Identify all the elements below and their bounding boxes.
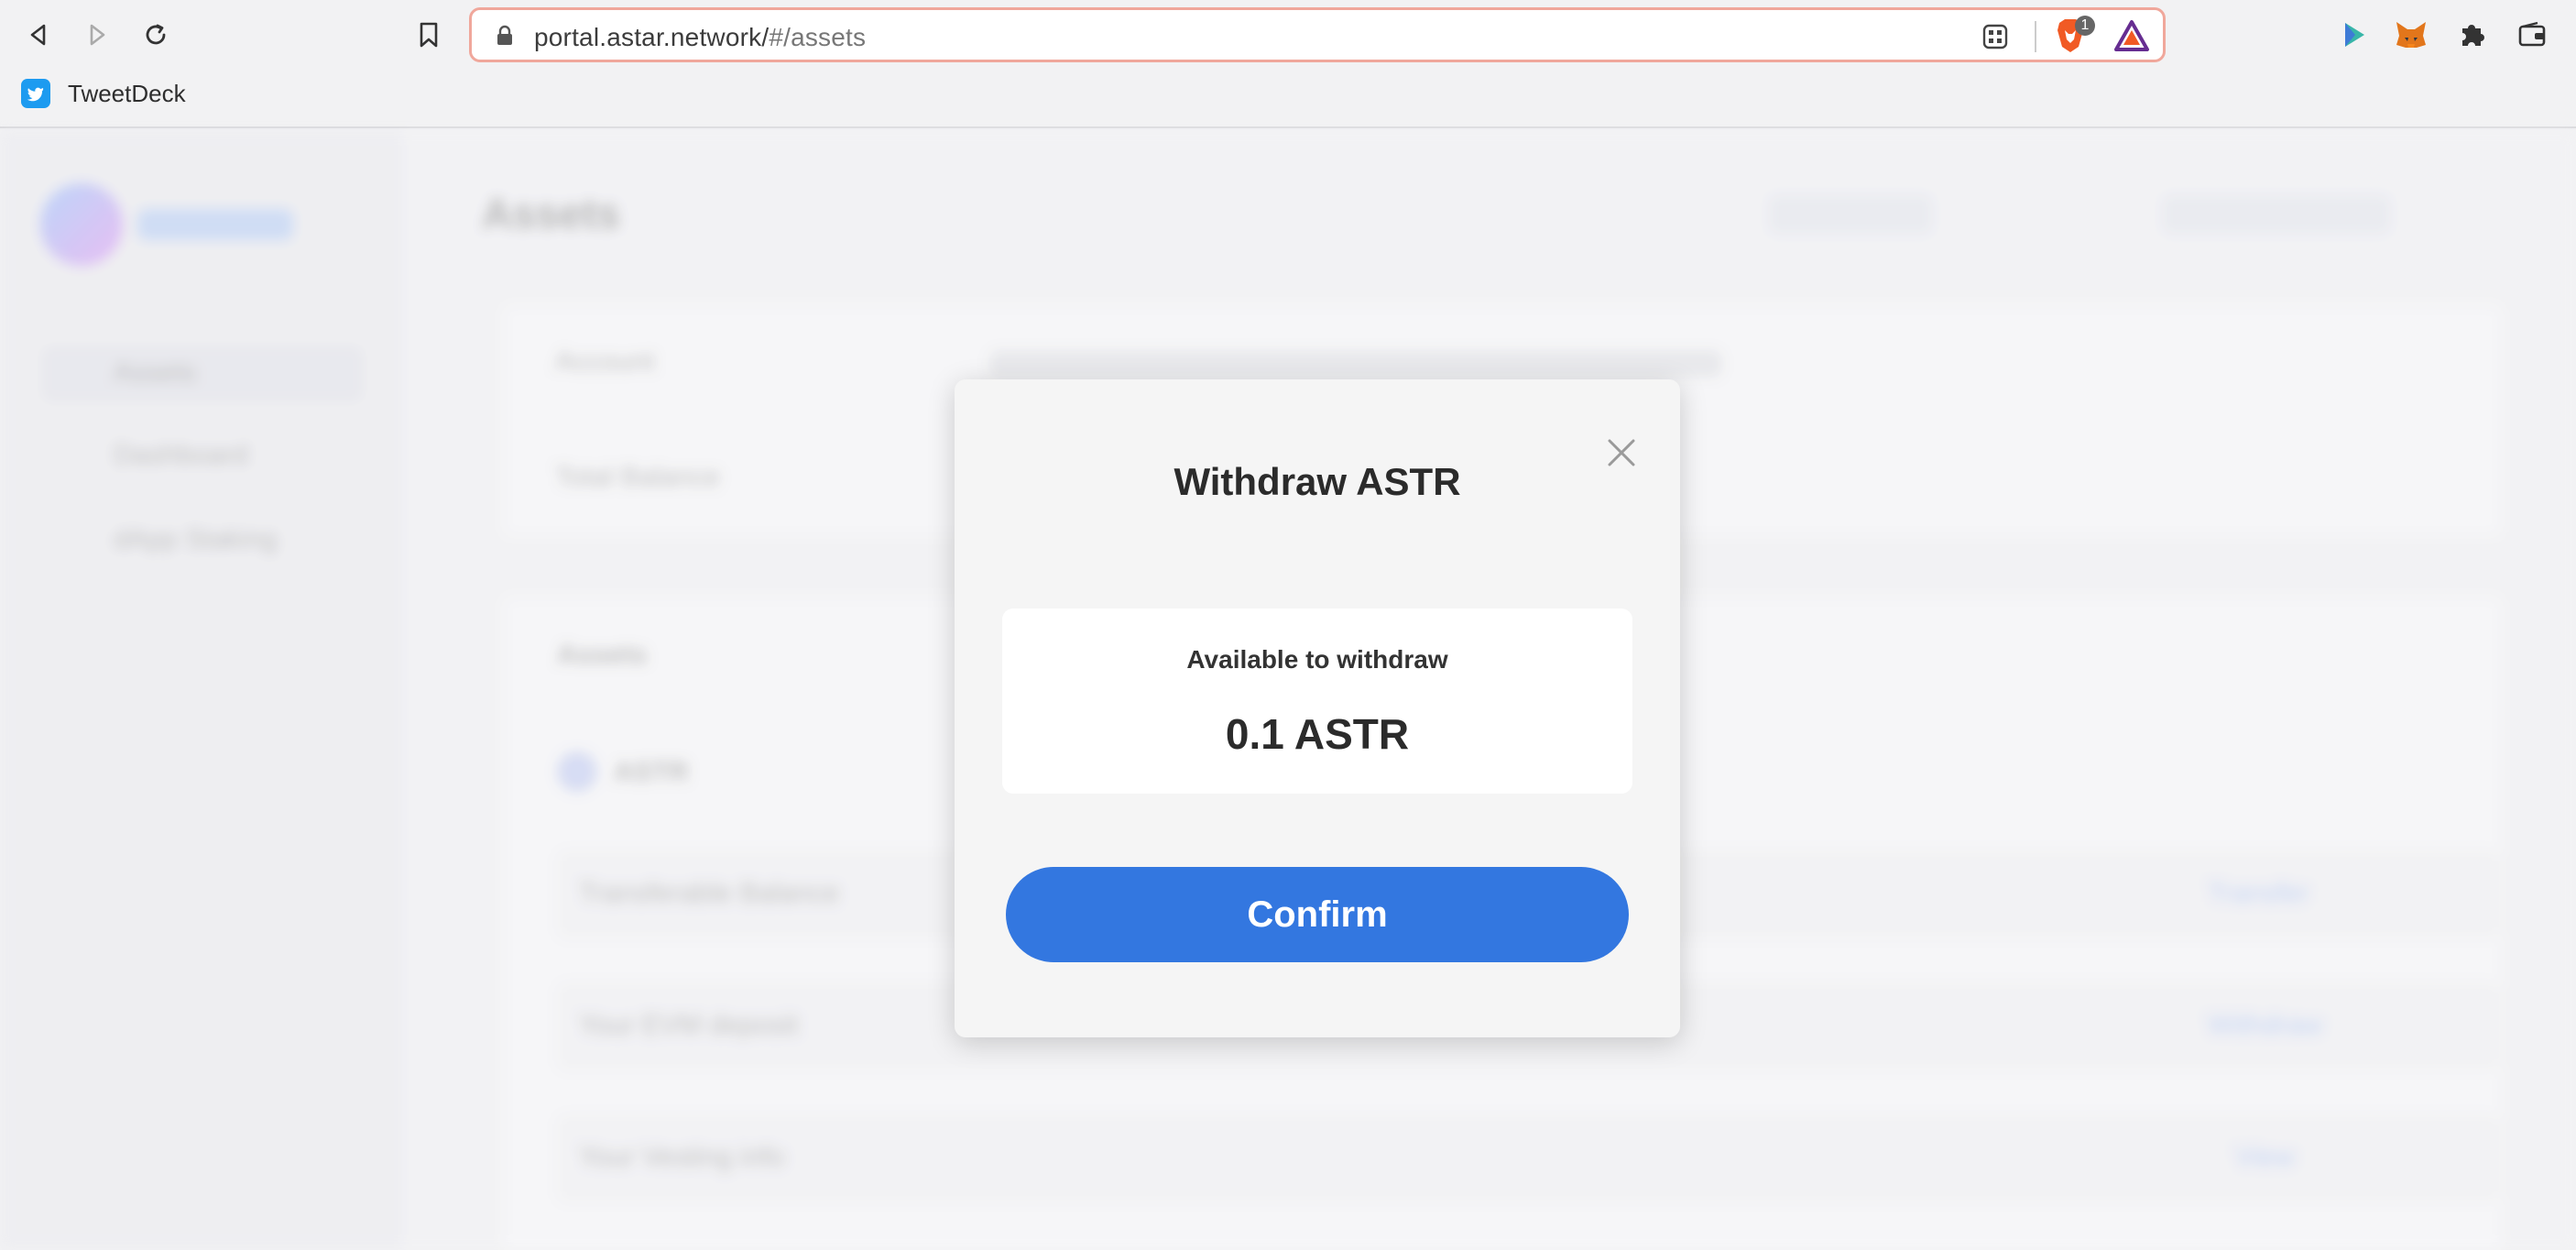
lock-icon xyxy=(497,25,512,45)
confirm-button[interactable]: Confirm xyxy=(1006,867,1629,962)
bookmark-label: TweetDeck xyxy=(68,79,186,107)
extensions-button[interactable] xyxy=(2451,15,2492,55)
wallet-icon xyxy=(2518,21,2546,47)
bookmark-tweetdeck[interactable]: TweetDeck xyxy=(20,77,186,110)
shields-count-badge: 1 xyxy=(2075,16,2095,36)
url-host: portal.astar.network/ xyxy=(534,23,770,51)
url-text: portal.astar.network/#/assets xyxy=(534,23,866,52)
browser-toolbar: portal.astar.network/#/assets 1 TweetDec… xyxy=(0,0,2576,128)
reload-button[interactable] xyxy=(136,15,176,55)
play-extension-icon xyxy=(2345,23,2364,47)
withdraw-modal: Withdraw ASTR Available to withdraw 0.1 … xyxy=(955,379,1680,1037)
available-box: Available to withdraw 0.1 ASTR xyxy=(1002,609,1632,794)
metamask-button[interactable] xyxy=(2391,15,2431,55)
back-button[interactable] xyxy=(18,15,59,55)
url-path: #/assets xyxy=(769,23,867,51)
metamask-fox-icon xyxy=(2396,22,2426,48)
puzzle-piece-icon xyxy=(2462,25,2484,46)
urlbar-divider xyxy=(2035,21,2036,52)
brave-rewards-icon[interactable] xyxy=(2113,19,2150,52)
bookmark-page-button[interactable] xyxy=(409,15,449,55)
brave-shields-button[interactable]: 1 xyxy=(2055,16,2104,56)
extension-play-button[interactable] xyxy=(2334,15,2374,55)
qr-code-icon[interactable] xyxy=(1981,23,2009,50)
available-value: 0.1 ASTR xyxy=(1225,710,1410,758)
bookmark-icon xyxy=(420,22,438,48)
reload-icon xyxy=(146,24,166,45)
wallet-button[interactable] xyxy=(2512,15,2552,55)
modal-title: Withdraw ASTR xyxy=(1173,460,1461,503)
available-label: Available to withdraw xyxy=(1186,645,1448,674)
forward-arrow-icon xyxy=(90,24,105,46)
forward-button[interactable] xyxy=(77,15,117,55)
twitter-icon xyxy=(21,79,50,108)
address-bar[interactable]: portal.astar.network/#/assets 1 xyxy=(469,7,2166,62)
back-arrow-icon xyxy=(30,24,46,46)
